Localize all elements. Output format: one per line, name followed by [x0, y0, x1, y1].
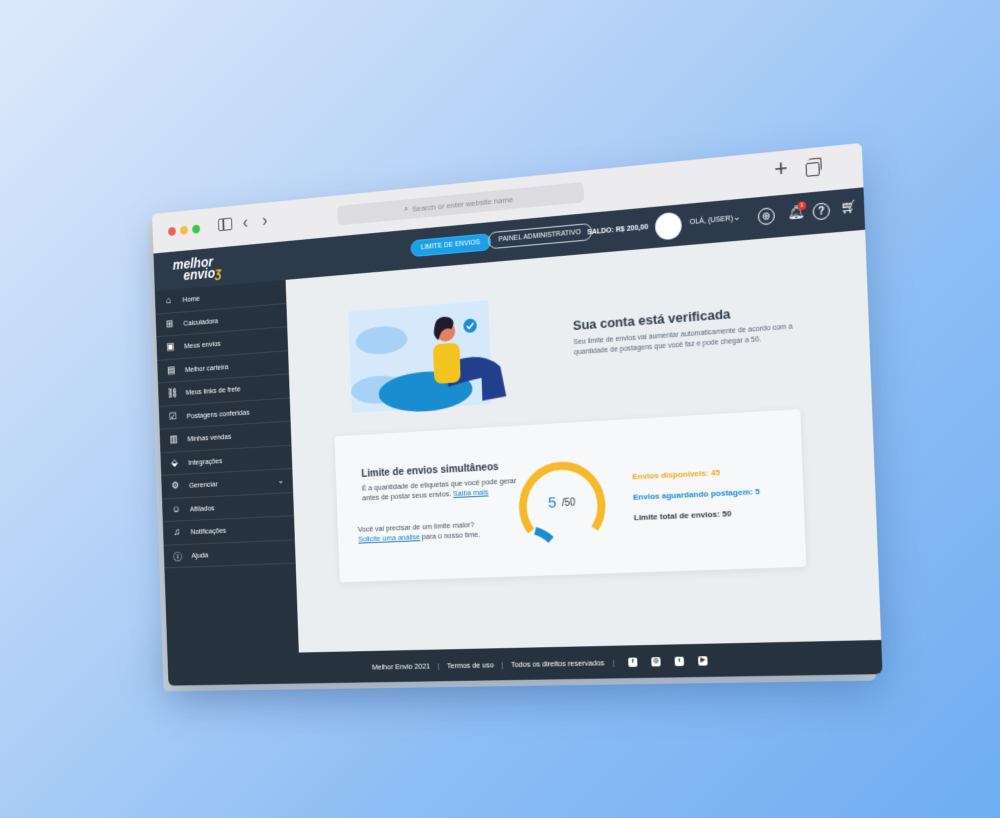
footer-separator: | — [437, 660, 440, 670]
minimize-window-button[interactable] — [180, 225, 189, 235]
browser-window: ‹ › ⌕ Search or enter website name + mel… — [152, 142, 883, 686]
sidebar-item-label: Minhas vendas — [187, 432, 232, 444]
request-suffix: para o nosso time. — [421, 529, 481, 542]
limit-card: Limite de envios simultâneos É a quantid… — [334, 409, 807, 583]
user-greeting[interactable]: OLÁ, (USER) — [690, 215, 734, 226]
box-icon: ▣ — [166, 341, 175, 353]
integrations-icon: ⬙ — [171, 457, 178, 469]
footer-separator: | — [612, 657, 615, 667]
sidebar-item-label: Meus links de frete — [185, 384, 241, 397]
wallet-icon: ▤ — [167, 365, 176, 376]
cart-icon[interactable]: 🛒︎ — [840, 199, 857, 215]
search-icon: ⌕ — [403, 204, 409, 214]
help-icon: ⓘ — [173, 552, 183, 564]
chevron-down-icon: ⌄ — [277, 476, 284, 486]
instagram-icon[interactable]: ◎ — [651, 656, 661, 666]
gauge-value: 5 — [547, 494, 557, 512]
youtube-icon[interactable]: ▶ — [698, 655, 708, 666]
sidebar-item-label: Integrações — [188, 456, 223, 467]
painel-administrativo-button[interactable]: PAINEL ADMINISTRATIVO — [487, 222, 593, 250]
sidebar: ⌂ Home ⊞ Calculadora ▣ Meus envios ▤ Melhor … — [154, 279, 300, 686]
solicite-analise-link[interactable]: Solicite uma análise — [358, 532, 420, 543]
notification-badge: 1 — [797, 201, 807, 211]
logo-word-envio: envio — [183, 265, 216, 284]
verified-illustration — [348, 300, 507, 415]
chevron-down-icon[interactable]: ⌄ — [733, 211, 741, 223]
limit-request-text: Você vai precisar de um limite maior? So… — [358, 518, 519, 544]
facebook-icon[interactable]: f — [628, 657, 638, 667]
footer-copyright: Melhor Envio 2021 — [371, 661, 431, 672]
sidebar-item-ajuda[interactable]: ⓘ Ajuda — [163, 539, 296, 569]
sidebar-item-label: Calculadora — [183, 316, 219, 328]
tabs-overview-icon[interactable] — [805, 161, 820, 177]
footer-terms-link[interactable]: Termos de uso — [447, 660, 494, 670]
address-placeholder: Search or enter website name — [411, 194, 514, 214]
chevron-left-icon[interactable]: ‹ — [242, 212, 248, 232]
saldo-label: SALDO: R$ 200,00 — [587, 223, 649, 237]
chevron-right-icon[interactable]: › — [262, 210, 268, 230]
link-icon: ⛓ — [166, 388, 179, 400]
sidebar-item-label: Postagens conferidas — [186, 407, 250, 421]
gauge-total: /50 — [561, 497, 576, 510]
main-content: Sua conta está verificada Seu limite de … — [285, 229, 882, 653]
limite-envios-button[interactable]: LIMITE DE ENVIOS — [410, 233, 491, 258]
users-icon: ☺ — [171, 504, 181, 515]
check-list-icon: ☑ — [168, 411, 177, 423]
shopping-bag-icon: ▥ — [169, 434, 178, 446]
footer-rights: Todos os direitos reservados — [510, 657, 605, 669]
help-icon[interactable]: ? — [812, 202, 831, 221]
sidebar-item-label: Meus envios — [184, 339, 221, 351]
logo-swirl-icon: ʒ — [214, 264, 222, 281]
footer-separator: | — [501, 659, 504, 669]
melhor-envio-logo[interactable]: melhor envioʒ — [172, 254, 222, 284]
sidebar-toggle-icon[interactable] — [217, 217, 233, 232]
limit-card-description: É a quantidade de etiquetas que você pod… — [362, 476, 523, 504]
bell-icon: ♫ — [173, 527, 181, 538]
scene: ‹ › ⌕ Search or enter website name + mel… — [0, 0, 1000, 818]
limit-description-text: É a quantidade de etiquetas que você pod… — [361, 475, 517, 503]
globe-icon[interactable]: ⊕ — [757, 207, 776, 226]
envios-disponiveis: Envios disponíveis: 45 — [632, 467, 721, 482]
saiba-mais-link[interactable]: Saiba mais — [453, 487, 489, 498]
close-window-button[interactable] — [168, 226, 177, 237]
envios-aguardando: Envios aguardando postagem: 5 — [632, 486, 760, 502]
sidebar-item-label: Ajuda — [191, 550, 209, 560]
sidebar-item-label: Afiliados — [189, 503, 215, 514]
home-icon: ⌂ — [166, 295, 172, 307]
twitter-icon[interactable]: t — [674, 656, 685, 666]
maximize-window-button[interactable] — [192, 224, 201, 234]
calculator-icon: ⊞ — [165, 318, 174, 330]
sidebar-item-label: Home — [182, 294, 201, 305]
sidebar-item-label: Gerenciar — [188, 479, 218, 490]
sidebar-item-label: Notificações — [190, 526, 227, 537]
sidebar-item-label: Melhor carteira — [184, 362, 229, 374]
new-tab-icon[interactable]: + — [774, 155, 789, 182]
gauge-fill — [535, 530, 551, 540]
limite-total: Limite total de envios: 50 — [633, 508, 732, 523]
person-body-shape — [432, 342, 461, 384]
avatar[interactable] — [654, 211, 683, 241]
gear-icon: ⚙ — [171, 480, 180, 492]
